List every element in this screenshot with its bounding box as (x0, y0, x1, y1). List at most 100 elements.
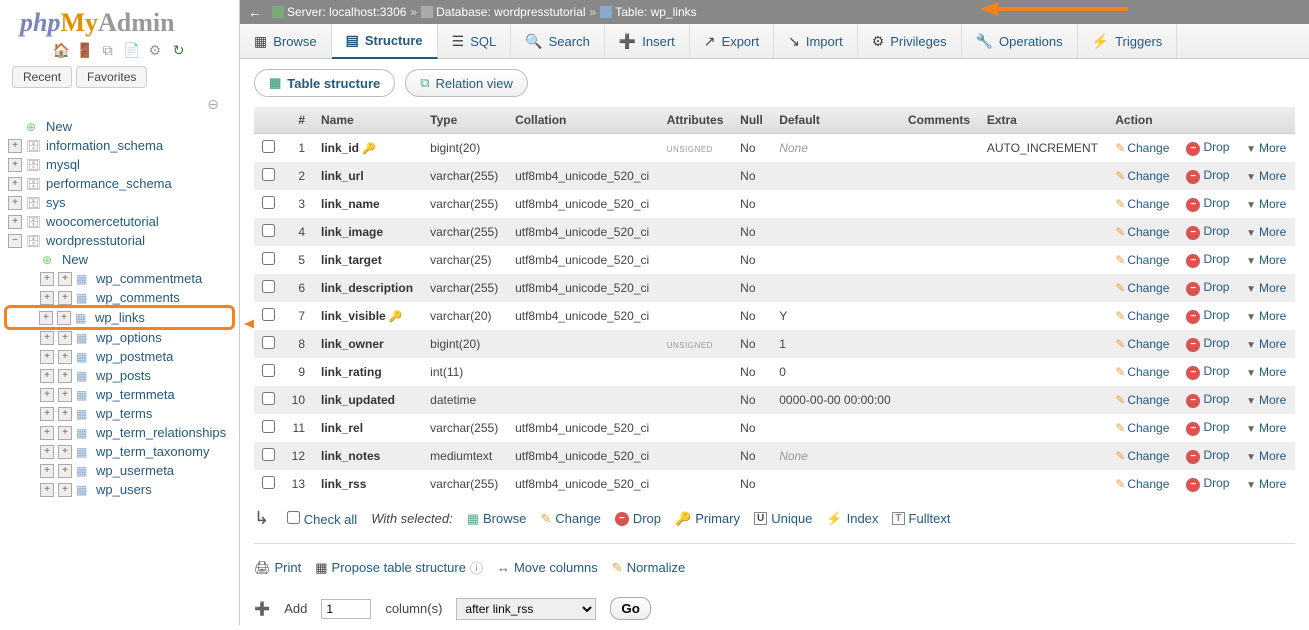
expand-icon[interactable]: + (8, 139, 22, 153)
tree-item[interactable]: ⊕New (8, 250, 231, 269)
go-button[interactable]: Go (610, 597, 651, 620)
tab-search[interactable]: 🔍Search (511, 24, 605, 58)
tree-item[interactable]: ++▦wp_postmeta (8, 347, 231, 366)
change-link[interactable]: Change (1127, 281, 1169, 295)
tree-node-label[interactable]: performance_schema (46, 176, 172, 191)
change-link[interactable]: Change (1127, 449, 1169, 463)
drop-link[interactable]: Drop (1203, 140, 1229, 154)
subtab-table-structure[interactable]: ▦ Table structure (254, 69, 395, 97)
expand-icon[interactable]: + (40, 350, 54, 364)
row-checkbox[interactable] (262, 448, 275, 461)
expand-icon[interactable]: + (58, 426, 72, 440)
change-link[interactable]: Change (1127, 365, 1169, 379)
change-link[interactable]: Change (1127, 141, 1169, 155)
tab-insert[interactable]: ➕Insert (605, 24, 690, 58)
more-link[interactable]: More (1259, 421, 1286, 435)
drop-link[interactable]: Drop (1203, 252, 1229, 266)
col-default[interactable]: Default (771, 107, 900, 134)
logo[interactable]: phpMyAdmin (0, 0, 239, 38)
table-link[interactable]: wp_links (651, 5, 697, 19)
tree-item[interactable]: +🗄sys (8, 193, 231, 212)
expand-icon[interactable]: + (8, 196, 22, 210)
col-attributes[interactable]: Attributes (659, 107, 732, 134)
tree-node-label[interactable]: wp_options (96, 330, 162, 345)
tree-item[interactable]: +🗄information_schema (8, 136, 231, 155)
change-link[interactable]: Change (1127, 477, 1169, 491)
home-icon[interactable]: 🏠 (52, 42, 68, 58)
col-comments[interactable]: Comments (900, 107, 979, 134)
withsel-fulltext[interactable]: TFulltext (892, 511, 950, 526)
checkall-checkbox[interactable] (287, 511, 300, 524)
row-checkbox[interactable] (262, 476, 275, 489)
tree-item[interactable]: ⊕New (8, 117, 231, 136)
row-checkbox[interactable] (262, 280, 275, 293)
tree-node-label[interactable]: wp_terms (96, 406, 152, 421)
recent-tab[interactable]: Recent (12, 66, 72, 88)
tree-item[interactable]: ++▦wp_term_relationships (8, 423, 231, 442)
expand-icon[interactable]: + (40, 426, 54, 440)
withsel-browse[interactable]: ▦Browse (467, 511, 527, 527)
tree-node-label[interactable]: wp_usermeta (96, 463, 174, 478)
col-num[interactable]: # (283, 107, 313, 134)
tree-node-label[interactable]: mysql (46, 157, 80, 172)
expand-icon[interactable]: + (40, 272, 54, 286)
tree-node-label[interactable]: wp_posts (96, 368, 151, 383)
propose-link[interactable]: ▦Propose table structure ⓘ (315, 558, 483, 577)
withsel-primary[interactable]: 🔑Primary (675, 511, 740, 527)
more-link[interactable]: More (1259, 253, 1286, 267)
more-link[interactable]: More (1259, 225, 1286, 239)
row-checkbox[interactable] (262, 336, 275, 349)
tree-node-label[interactable]: sys (46, 195, 66, 210)
row-checkbox[interactable] (262, 168, 275, 181)
tree-node-label[interactable]: wp_links (95, 310, 145, 325)
more-link[interactable]: More (1259, 449, 1286, 463)
tab-privileges[interactable]: ⚙Privileges (858, 24, 962, 58)
expand-icon[interactable]: + (58, 291, 72, 305)
db-link[interactable]: wordpresstutorial (494, 5, 585, 19)
tree-item-highlighted[interactable]: ++▦wp_links (4, 305, 235, 330)
change-link[interactable]: Change (1127, 197, 1169, 211)
change-link[interactable]: Change (1127, 169, 1169, 183)
change-link[interactable]: Change (1127, 337, 1169, 351)
help-icon[interactable]: ⓘ (470, 558, 483, 577)
expand-icon[interactable]: + (58, 369, 72, 383)
col-name[interactable]: Name (313, 107, 422, 134)
expand-icon[interactable]: + (40, 464, 54, 478)
drop-link[interactable]: Drop (1203, 476, 1229, 490)
docs-icon[interactable]: 📄 (123, 42, 139, 58)
expand-icon[interactable]: + (58, 464, 72, 478)
tree-node-label[interactable]: wp_comments (96, 290, 180, 305)
favorites-tab[interactable]: Favorites (76, 66, 147, 88)
tab-import[interactable]: ↘Import (774, 24, 858, 58)
collapse-icon[interactable]: ⊖ (0, 96, 239, 117)
tree-item[interactable]: +🗄woocomercetutorial (8, 212, 231, 231)
expand-icon[interactable]: + (40, 369, 54, 383)
back-icon[interactable]: ← (248, 4, 262, 20)
row-checkbox[interactable] (262, 364, 275, 377)
expand-icon[interactable]: + (40, 291, 54, 305)
col-extra[interactable]: Extra (979, 107, 1107, 134)
more-link[interactable]: More (1259, 337, 1286, 351)
more-link[interactable]: More (1259, 197, 1286, 211)
more-link[interactable]: More (1259, 169, 1286, 183)
drop-link[interactable]: Drop (1203, 448, 1229, 462)
subtab-relation-view[interactable]: ⧉ Relation view (405, 69, 528, 97)
row-checkbox[interactable] (262, 308, 275, 321)
col-type[interactable]: Type (422, 107, 507, 134)
expand-icon[interactable]: + (58, 331, 72, 345)
tree-node-label[interactable]: wp_termmeta (96, 387, 175, 402)
tree-item[interactable]: ++▦wp_users (8, 480, 231, 499)
add-count-input[interactable] (321, 599, 371, 619)
sql-icon[interactable]: ⧉ (100, 42, 116, 58)
tree-item[interactable]: +🗄performance_schema (8, 174, 231, 193)
tree-node-label[interactable]: New (62, 252, 88, 267)
tab-export[interactable]: ↗Export (690, 24, 774, 58)
expand-icon[interactable]: − (8, 234, 22, 248)
withsel-drop[interactable]: −Drop (615, 511, 661, 526)
expand-icon[interactable]: + (58, 350, 72, 364)
withsel-index[interactable]: ⚡Index (826, 511, 878, 527)
more-link[interactable]: More (1259, 477, 1286, 491)
tab-structure[interactable]: ▤Structure (332, 24, 438, 59)
more-link[interactable]: More (1259, 393, 1286, 407)
normalize-link[interactable]: ✎Normalize (612, 560, 685, 576)
